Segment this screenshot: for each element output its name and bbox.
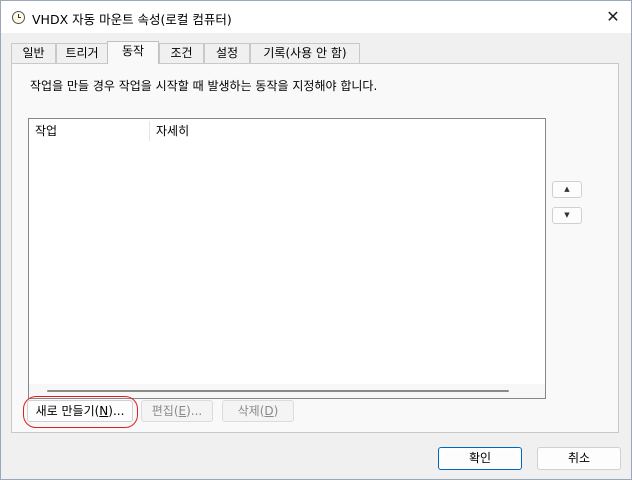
triangle-down-icon: ▼ (564, 211, 570, 219)
clock-icon (12, 11, 25, 24)
scrollbar-thumb[interactable] (47, 390, 509, 392)
actions-panel: 작업을 만들 경우 작업을 시작할 때 발생하는 동작을 지정해야 합니다. 작… (11, 63, 619, 433)
window-title: VHDX 자동 마운트 속성(로컬 컴퓨터) (32, 12, 232, 27)
tab-general[interactable]: 일반 (11, 43, 56, 63)
tab-strip: 일반 트리거 동작 조건 설정 기록(사용 안 함) (11, 41, 611, 64)
tab-conditions[interactable]: 조건 (159, 43, 204, 63)
title-bar[interactable]: VHDX 자동 마운트 속성(로컬 컴퓨터) ✕ (1, 1, 631, 33)
edit-action-button[interactable]: 편집(E)... (141, 400, 213, 422)
move-up-button[interactable]: ▲ (552, 181, 582, 198)
close-button[interactable]: ✕ (603, 7, 623, 27)
actions-list[interactable]: 작업 자세히 (28, 118, 546, 399)
delete-action-button[interactable]: 삭제(D) (222, 400, 294, 422)
tab-settings[interactable]: 설정 (204, 43, 250, 63)
tab-history[interactable]: 기록(사용 안 함) (250, 43, 360, 63)
properties-dialog: VHDX 자동 마운트 속성(로컬 컴퓨터) ✕ 일반 트리거 동작 조건 설정… (0, 0, 632, 480)
triangle-up-icon: ▲ (564, 185, 570, 193)
tab-actions[interactable]: 동작 (107, 41, 159, 64)
instructions-text: 작업을 만들 경우 작업을 시작할 때 발생하는 동작을 지정해야 합니다. (30, 79, 378, 93)
column-header-action[interactable]: 작업 (29, 119, 149, 143)
new-action-button[interactable]: 새로 만들기(N)... (27, 400, 133, 422)
ok-button[interactable]: 확인 (438, 447, 522, 470)
cancel-button[interactable]: 취소 (537, 447, 621, 470)
tab-triggers[interactable]: 트리거 (56, 43, 108, 63)
horizontal-scrollbar[interactable] (29, 384, 545, 398)
column-header-details[interactable]: 자세히 (150, 119, 350, 143)
move-down-button[interactable]: ▼ (552, 207, 582, 224)
